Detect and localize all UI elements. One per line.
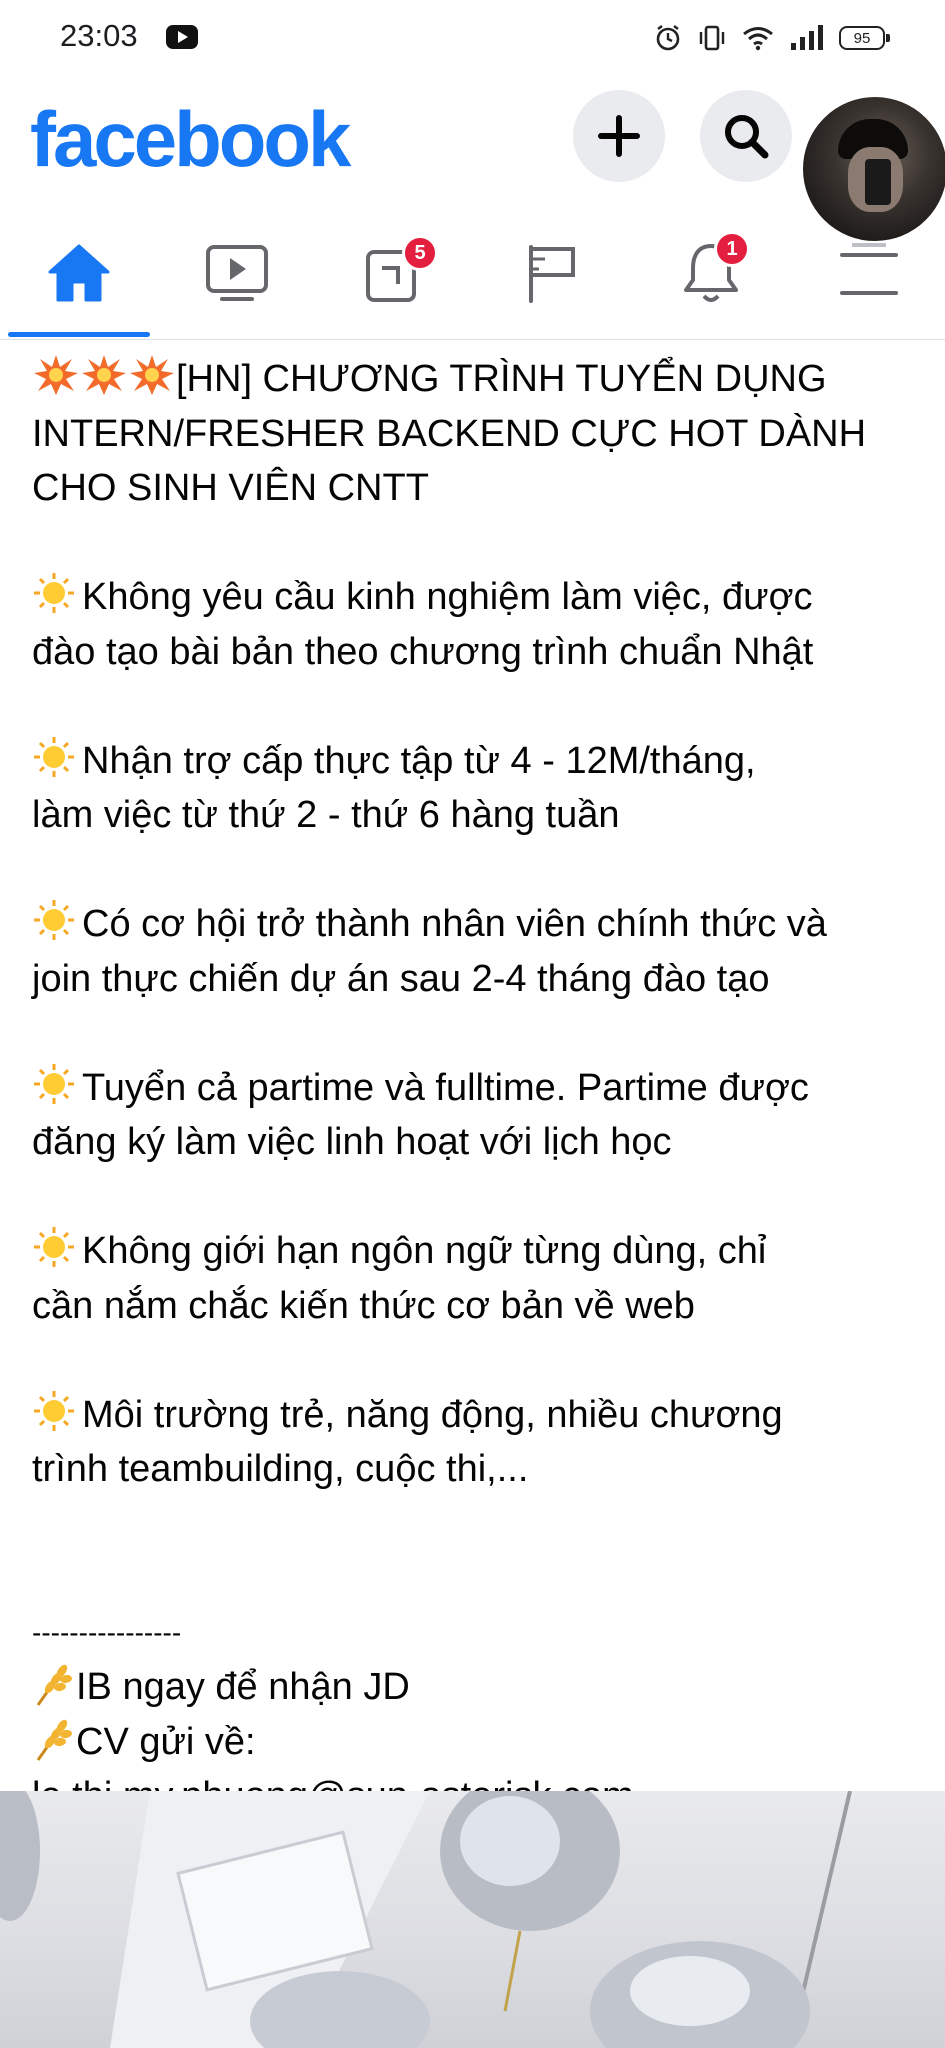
signal-icon — [791, 25, 823, 50]
post-bullet: Tuyển cả partime và fulltime. Partime đư… — [32, 1061, 912, 1170]
status-icons: 95 — [653, 18, 890, 58]
menu-icon — [840, 243, 898, 295]
alarm-icon — [656, 25, 680, 51]
post-title-line: CHO SINH VIÊN CNTT — [32, 467, 429, 509]
tab-flag[interactable] — [474, 209, 632, 337]
search-icon — [725, 115, 769, 159]
notifications-badge: 1 — [714, 231, 750, 267]
post-text: [HN] CHƯƠNG TRÌNH TUYỂN DỤNG INTERN/FRES… — [32, 352, 912, 1824]
tab-pages[interactable]: 5 — [316, 209, 474, 337]
add-icon — [598, 115, 640, 157]
sun-emoji-icon — [34, 736, 74, 777]
wheat-emoji-icon — [36, 1664, 72, 1706]
post-title: [HN] CHƯƠNG TRÌNH TUYỂN DỤNG INTERN/FRES… — [32, 352, 912, 516]
post-photo[interactable] — [0, 1791, 945, 2048]
tab-home[interactable] — [0, 209, 158, 337]
collision-emoji-icon — [130, 355, 174, 395]
home-icon — [48, 244, 110, 302]
post-title-line: INTERN/FRESHER BACKEND CỰC HOT DÀNH — [32, 412, 867, 455]
wheat-emoji-icon — [36, 1719, 72, 1761]
search-button[interactable] — [700, 90, 792, 182]
flag-icon — [529, 245, 575, 303]
create-button[interactable] — [573, 90, 665, 182]
facebook-logo[interactable]: facebook — [30, 94, 351, 185]
status-time: 23:03 — [60, 18, 138, 53]
post-bullet: Không giới hạn ngôn ngữ từng dùng, chỉ c… — [32, 1224, 912, 1333]
sun-emoji-icon — [34, 1227, 74, 1267]
battery-icon: 95 — [839, 26, 890, 50]
post-divider: ---------------- — [32, 1616, 182, 1648]
pages-badge: 5 — [402, 235, 438, 271]
vibrate-icon — [699, 25, 725, 51]
tab-watch[interactable] — [158, 209, 316, 337]
post-bullet: Nhận trợ cấp thực tập từ 4 - 12M/tháng, … — [32, 734, 912, 843]
post-bullet: Không yêu cầu kinh nghiệm làm việc, được… — [32, 570, 912, 679]
collision-emoji-icon — [34, 355, 78, 395]
wifi-icon — [743, 27, 773, 51]
active-tab-indicator — [8, 332, 150, 337]
post-title-line: [HN] CHƯƠNG TRÌNH TUYỂN DỤNG — [176, 358, 827, 400]
post-bullet: Môi trường trẻ, năng động, nhiều chương … — [32, 1388, 912, 1497]
sun-emoji-icon — [34, 1063, 74, 1104]
status-bar: 23:03 95 — [0, 0, 945, 74]
sun-emoji-icon — [34, 900, 74, 940]
tab-menu[interactable] — [790, 209, 945, 337]
post-ib-line: IB ngay để nhận JD — [32, 1660, 912, 1715]
post-bullet: Có cơ hội trở thành nhân viên chính thức… — [32, 897, 912, 1006]
nav-tabs: 5 1 — [0, 209, 945, 340]
post-cv-line: CV gửi về: — [32, 1715, 912, 1770]
tab-notifications[interactable]: 1 — [632, 209, 790, 337]
sun-emoji-icon — [34, 573, 74, 613]
youtube-icon — [166, 25, 198, 49]
sun-emoji-icon — [34, 1390, 74, 1431]
balloon-photo — [0, 1791, 852, 2048]
video-icon — [206, 245, 268, 301]
collision-emoji-icon — [82, 355, 126, 395]
header: facebook — [0, 74, 945, 244]
